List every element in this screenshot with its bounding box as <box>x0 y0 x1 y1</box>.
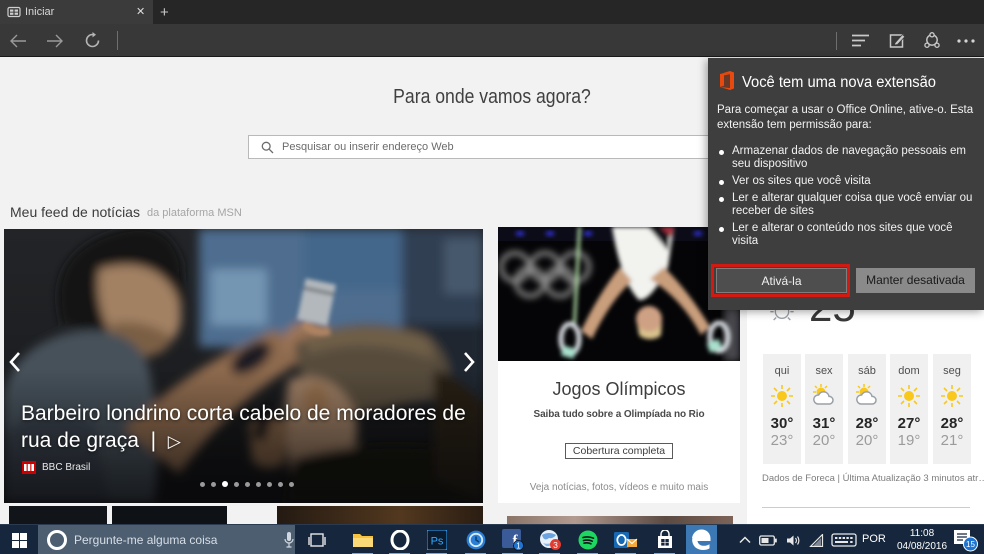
svg-text:Ps: Ps <box>431 536 444 548</box>
svg-text:15: 15 <box>966 540 975 549</box>
svg-text:1: 1 <box>516 542 521 551</box>
svg-text:3: 3 <box>553 540 558 550</box>
